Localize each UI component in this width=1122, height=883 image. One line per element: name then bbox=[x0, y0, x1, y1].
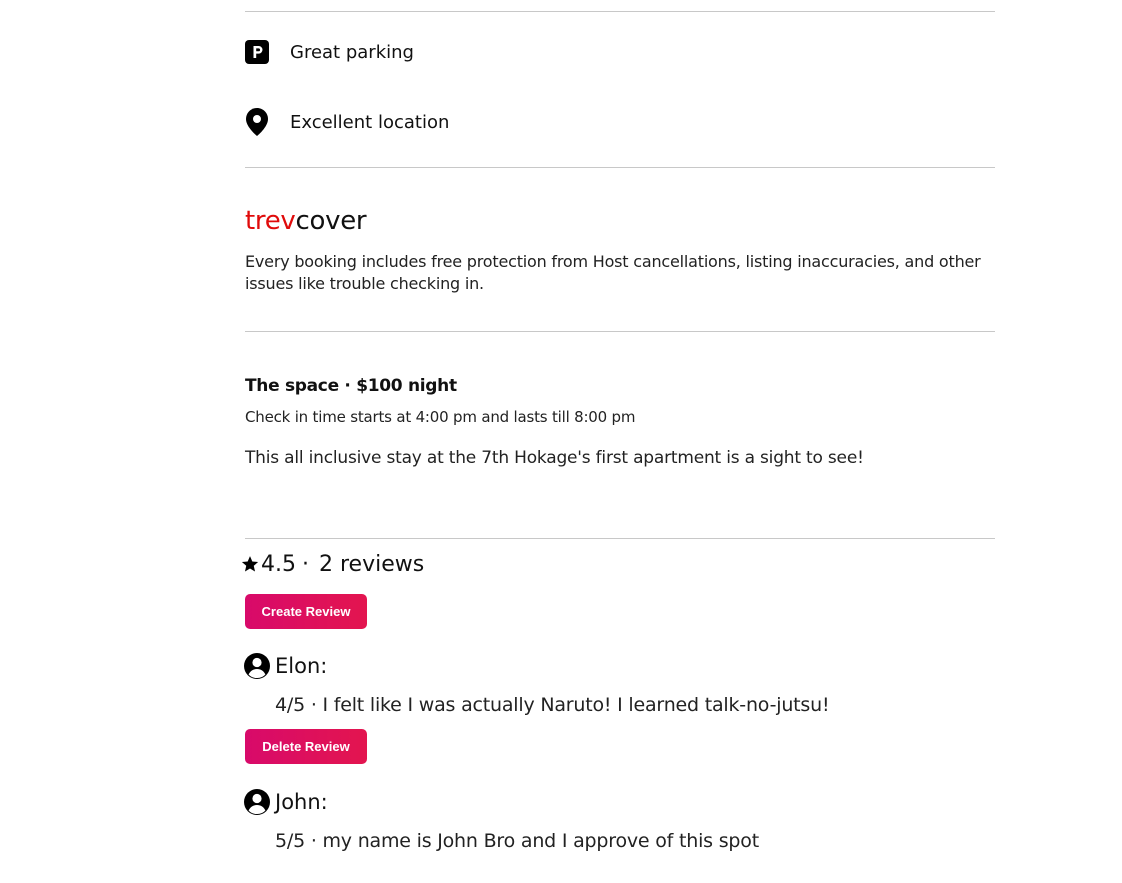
cover-description: Every booking includes free protection f… bbox=[245, 252, 981, 293]
amenity-parking: Great parking bbox=[245, 37, 414, 67]
review-text: 4/5 · I felt like I was actually Naruto!… bbox=[275, 694, 830, 716]
user-avatar-icon bbox=[244, 653, 270, 679]
rating-separator: · bbox=[302, 551, 309, 577]
review-author: Elon: bbox=[243, 651, 327, 681]
logo-part-cover: cover bbox=[295, 206, 367, 236]
space-description: This all inclusive stay at the 7th Hokag… bbox=[245, 448, 864, 468]
logo-part-trev: trev bbox=[245, 206, 296, 236]
amenity-label: Great parking bbox=[290, 41, 414, 63]
divider bbox=[245, 331, 995, 332]
review-count: 2 reviews bbox=[319, 551, 425, 577]
review-author: John: bbox=[243, 787, 328, 817]
parking-icon bbox=[245, 38, 269, 66]
reviews-summary: 4.5 · 2 reviews bbox=[241, 549, 424, 579]
amenity-location: Excellent location bbox=[245, 107, 449, 137]
reviewer-name: John: bbox=[275, 790, 328, 814]
delete-review-button[interactable]: Delete Review bbox=[245, 729, 367, 764]
create-review-button[interactable]: Create Review bbox=[245, 594, 367, 629]
divider bbox=[245, 167, 995, 168]
checkin-time: Check in time starts at 4:00 pm and last… bbox=[245, 408, 636, 426]
review-text: 5/5 · my name is John Bro and I approve … bbox=[275, 830, 759, 852]
trevcover-logo: trevcover bbox=[245, 204, 367, 238]
rating-value: 4.5 bbox=[261, 551, 296, 577]
reviewer-name: Elon: bbox=[275, 654, 328, 678]
star-icon bbox=[241, 556, 259, 572]
listing-page: Great parking Excellent location trevcov… bbox=[0, 0, 1122, 883]
amenity-label: Excellent location bbox=[290, 111, 450, 133]
divider bbox=[245, 11, 995, 12]
space-title: The space · $100 night bbox=[245, 376, 457, 396]
divider bbox=[245, 538, 995, 539]
user-avatar-icon bbox=[244, 789, 270, 815]
location-pin-icon bbox=[245, 108, 269, 136]
